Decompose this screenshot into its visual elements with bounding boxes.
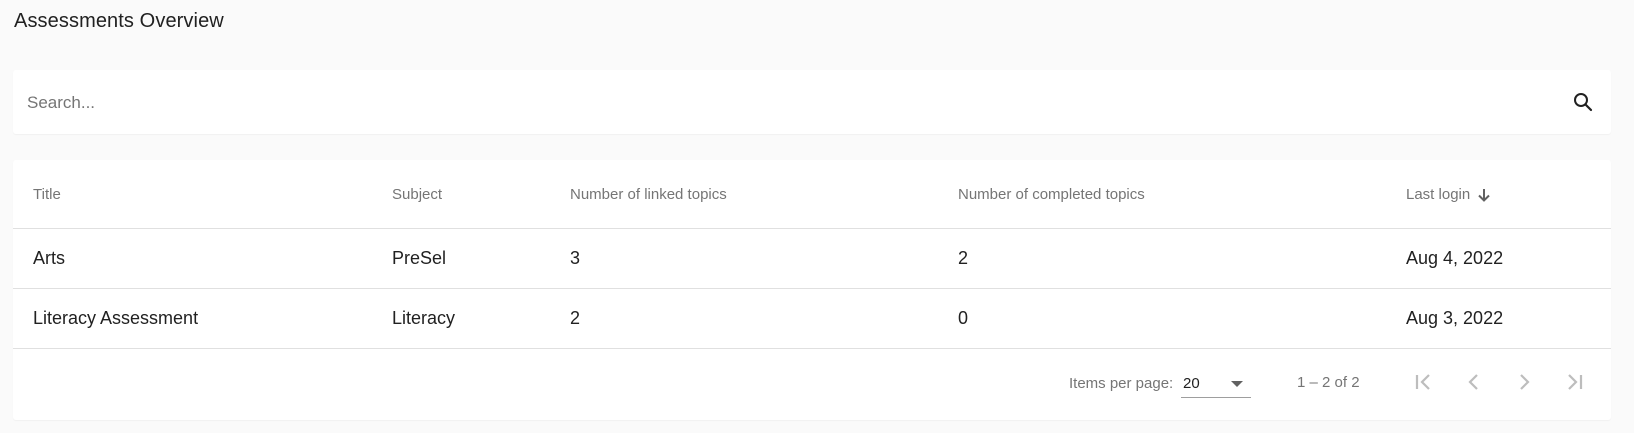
- page-title: Assessments Overview: [14, 10, 224, 32]
- table-header-row: Title Subject Number of linked topics Nu…: [13, 160, 1611, 229]
- items-per-page-select[interactable]: 20: [1181, 369, 1251, 398]
- assessments-overview-page: Assessments Overview Title Subject Numbe…: [0, 0, 1634, 433]
- column-header-subject[interactable]: Subject: [392, 160, 442, 228]
- cell-completed-topics: 0: [958, 308, 969, 328]
- column-header-completed-topics[interactable]: Number of completed topics: [958, 160, 1145, 228]
- search-icon[interactable]: [1571, 90, 1595, 114]
- search-bar: [13, 70, 1611, 134]
- next-page-button[interactable]: [1506, 366, 1542, 402]
- cell-linked-topics: 3: [570, 248, 581, 268]
- cell-subject: Literacy: [392, 308, 456, 328]
- first-page-icon: [1412, 370, 1436, 399]
- last-page-icon: [1562, 370, 1586, 399]
- arrow-down-icon: [1476, 187, 1492, 203]
- items-per-page-label: Items per page:: [1069, 375, 1174, 392]
- chevron-down-icon: [1231, 381, 1243, 387]
- cell-title: Arts: [33, 248, 66, 268]
- paginator: Items per page: 20 1 – 2 of 2: [13, 349, 1611, 419]
- assessments-table: Title Subject Number of linked topics Nu…: [13, 160, 1611, 420]
- last-page-button[interactable]: [1556, 366, 1592, 402]
- previous-page-button[interactable]: [1456, 366, 1492, 402]
- cell-last-login: Aug 4, 2022: [1406, 248, 1504, 268]
- column-header-title[interactable]: Title: [33, 160, 61, 228]
- page-range-label: 1 – 2 of 2: [1297, 374, 1360, 391]
- cell-title: Literacy Assessment: [33, 308, 199, 328]
- cell-completed-topics: 2: [958, 248, 969, 268]
- table-row[interactable]: Arts PreSel 3 2 Aug 4, 2022: [13, 229, 1611, 289]
- cell-last-login: Aug 3, 2022: [1406, 308, 1504, 328]
- cell-subject: PreSel: [392, 248, 447, 268]
- table-row[interactable]: Literacy Assessment Literacy 2 0 Aug 3, …: [13, 289, 1611, 349]
- search-input[interactable]: [25, 82, 1529, 124]
- first-page-button[interactable]: [1406, 366, 1442, 402]
- previous-page-icon: [1462, 370, 1486, 399]
- column-header-last-login[interactable]: Last login: [1406, 160, 1492, 228]
- items-per-page-value: 20: [1183, 375, 1200, 392]
- column-header-linked-topics[interactable]: Number of linked topics: [570, 160, 727, 228]
- cell-linked-topics: 2: [570, 308, 581, 328]
- next-page-icon: [1512, 370, 1536, 399]
- column-header-last-login-label: Last login: [1406, 185, 1471, 203]
